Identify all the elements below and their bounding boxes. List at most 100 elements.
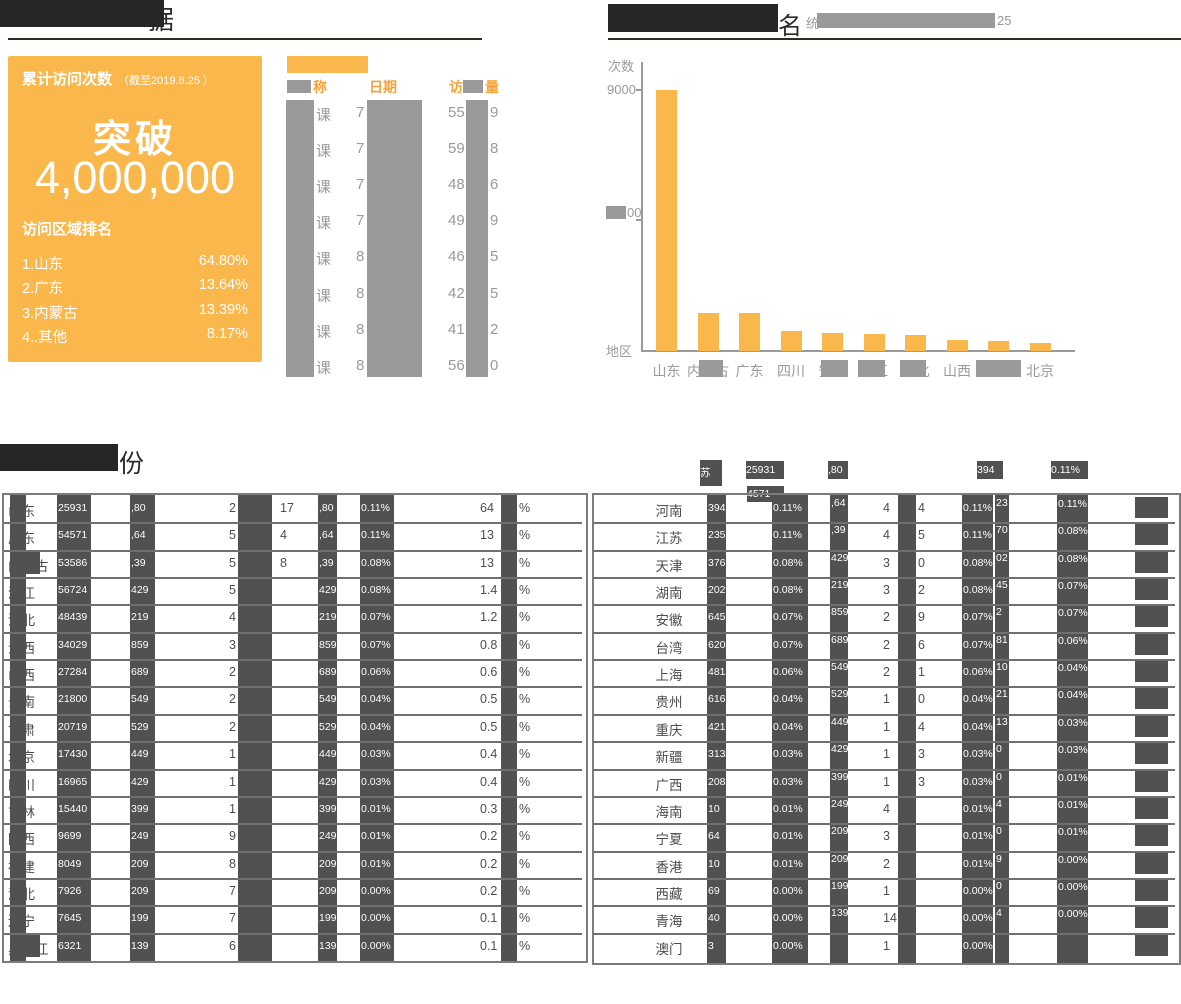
visits-value: 8049 bbox=[58, 858, 91, 870]
percent-value: 0.03% bbox=[1058, 717, 1088, 729]
percent-suffix: % bbox=[519, 556, 530, 570]
percent-prefix: 0.8 bbox=[480, 638, 497, 652]
value-fragment: 549 bbox=[831, 661, 848, 673]
percent-value: 0.00% bbox=[1058, 854, 1088, 866]
column-redaction-bar bbox=[501, 495, 517, 961]
value-prefix: 6 bbox=[229, 939, 236, 953]
value-fragment: 0 bbox=[996, 743, 1009, 755]
value-prefix: 1 bbox=[883, 692, 890, 706]
y-tick-mid-suffix: 00 bbox=[627, 205, 641, 220]
daily-name-suffix: 课 bbox=[316, 212, 331, 233]
percent-value: 0.00% bbox=[773, 912, 807, 924]
percent-prefix: 0.3 bbox=[480, 802, 497, 816]
daily-date-prefix: 7 bbox=[356, 212, 364, 229]
province-name: 天津 bbox=[646, 555, 692, 575]
percent-value: 0.07% bbox=[773, 611, 807, 623]
percent-suffix: % bbox=[519, 638, 530, 652]
percent-value: 0.00% bbox=[361, 912, 394, 924]
value-fragment: 139 bbox=[131, 940, 154, 952]
daily-visits-suffix: 2 bbox=[490, 321, 498, 338]
percent-value: 0.00% bbox=[963, 940, 993, 952]
percent-value: 0.00% bbox=[963, 912, 993, 924]
x-category-label: 广东 bbox=[736, 361, 764, 381]
value-suffix: 0 bbox=[918, 556, 925, 570]
name-redaction-box bbox=[10, 935, 40, 957]
value-fragment: 859 bbox=[831, 606, 848, 618]
value-fragment: 45 bbox=[996, 579, 1009, 591]
percent-value: 0.01% bbox=[963, 830, 993, 842]
value-suffix: 1 bbox=[918, 665, 925, 679]
value-fragment: 429 bbox=[131, 776, 154, 788]
percent-value: 0.07% bbox=[361, 611, 394, 623]
value-fragment: 219 bbox=[319, 611, 337, 623]
daily-visits-column-redaction-bar bbox=[466, 100, 488, 377]
percent-value: 0.07% bbox=[963, 639, 993, 651]
daily-date-prefix: 7 bbox=[356, 140, 364, 157]
daily-visits-prefix: 48 bbox=[448, 176, 465, 193]
card-title-note: （截至2019.8.25 ） bbox=[118, 72, 214, 88]
percent-suffix: % bbox=[519, 911, 530, 925]
percent-value: 0.06% bbox=[773, 666, 807, 678]
visits-value: 20719 bbox=[58, 721, 91, 733]
value-fragment: 549 bbox=[131, 693, 154, 705]
x-category-label: 黑龙江 bbox=[978, 361, 1020, 381]
value-fragment: 139 bbox=[831, 907, 848, 919]
percent-suffix: % bbox=[519, 802, 530, 816]
value-prefix: 7 bbox=[229, 884, 236, 898]
visits-value: 645 bbox=[708, 611, 726, 623]
chart-bar bbox=[905, 335, 926, 351]
value-fragment: 689 bbox=[131, 666, 154, 678]
chart-bar bbox=[739, 313, 760, 351]
page-title-redaction-box bbox=[0, 0, 164, 27]
floating-fragment: 25931 bbox=[746, 461, 784, 479]
value-fragment: 449 bbox=[131, 748, 154, 760]
value-fragment: ,64 bbox=[131, 529, 154, 541]
percent-value: 0.07% bbox=[963, 611, 993, 623]
value-fragment: 10 bbox=[996, 661, 1009, 673]
value-fragment: 429 bbox=[831, 743, 848, 755]
percent-value: 0.03% bbox=[773, 776, 807, 788]
cell-redaction-box bbox=[1135, 634, 1168, 655]
visits-value: 616 bbox=[708, 693, 726, 705]
value-fragment: 21 bbox=[996, 688, 1009, 700]
ranking-value: 8.17% bbox=[207, 326, 248, 342]
ranking-label: 3.内蒙古 bbox=[22, 302, 78, 323]
floating-fragment: ,80 bbox=[828, 461, 848, 479]
row-divider bbox=[594, 823, 1175, 825]
chart-bar bbox=[988, 341, 1009, 351]
value-fragment: 4 bbox=[996, 907, 1009, 919]
value-prefix: 1 bbox=[883, 884, 890, 898]
value-fragment: 689 bbox=[319, 666, 337, 678]
percent-suffix: % bbox=[519, 583, 530, 597]
chart-bar bbox=[1030, 343, 1051, 351]
value-suffix: 3 bbox=[918, 775, 925, 789]
dashboard-page: 据 累计访问次数 （截至2019.8.25 ） 突破 4,000,000 访问区… bbox=[0, 0, 1181, 1004]
percent-value: 0.04% bbox=[963, 693, 993, 705]
ranking-row: 3.内蒙古13.39% bbox=[22, 302, 248, 320]
visits-value: 17430 bbox=[58, 748, 91, 760]
value-suffix: 4 bbox=[918, 720, 925, 734]
row-divider bbox=[4, 659, 582, 661]
province-name: 台湾 bbox=[646, 637, 692, 657]
value-fragment: 859 bbox=[131, 639, 154, 651]
daily-date-column-redaction-bar bbox=[367, 100, 422, 377]
value-fragment: ,80 bbox=[319, 502, 337, 514]
visits-value: 69 bbox=[708, 885, 726, 897]
percent-prefix: 0.4 bbox=[480, 775, 497, 789]
value-prefix: 4 bbox=[883, 528, 890, 542]
daily-table-title-redaction-box bbox=[287, 56, 368, 73]
cell-redaction-box bbox=[1135, 880, 1168, 901]
row-divider bbox=[594, 933, 1175, 935]
value-fragment: 209 bbox=[131, 885, 154, 897]
row-divider bbox=[4, 851, 582, 853]
ranking-label: 1.山东 bbox=[22, 253, 63, 274]
visits-value: 313 bbox=[708, 748, 726, 760]
value-fragment: ,64 bbox=[831, 497, 848, 509]
value-fragment: 429 bbox=[319, 776, 337, 788]
row-divider bbox=[4, 577, 582, 579]
visits-value: 34029 bbox=[58, 639, 91, 651]
percent-suffix: % bbox=[519, 829, 530, 843]
percent-value: 0.01% bbox=[361, 858, 394, 870]
value-suffix: 4 bbox=[918, 501, 925, 515]
cell-redaction-box bbox=[1135, 935, 1168, 956]
